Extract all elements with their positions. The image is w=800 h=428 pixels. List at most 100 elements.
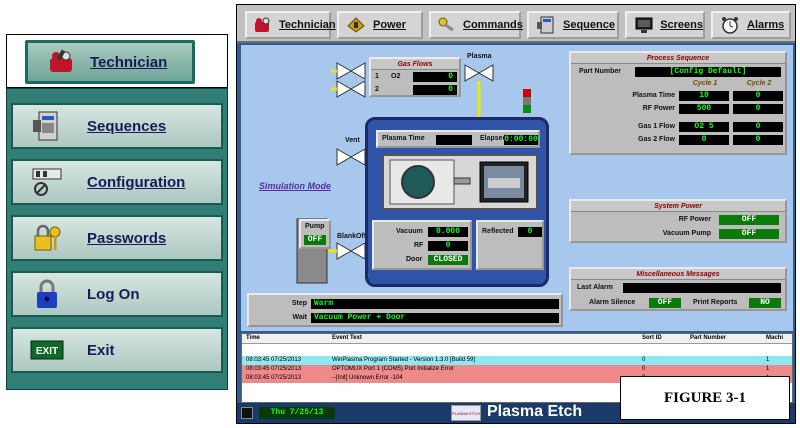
- sequences-icon: [29, 110, 65, 142]
- toolbar-screens-button[interactable]: Screens: [625, 11, 705, 39]
- toolbar-technician-button[interactable]: Technician: [245, 11, 336, 39]
- gas-flows-title: Gas Flows: [371, 59, 459, 70]
- log-sort: 0: [642, 366, 646, 372]
- gas-name: O2: [391, 73, 401, 80]
- seq-row-cycle1: 0: [679, 135, 729, 145]
- menu-item-log-on[interactable]: Log On: [11, 271, 223, 317]
- plasma-time-label: Plasma Time: [382, 135, 425, 142]
- log-row[interactable]: 08:03:45 07/25/2013 WinPlasma Program St…: [242, 356, 792, 365]
- plasma-etch-window: Technician Power Commands Sequence Scree…: [236, 4, 796, 424]
- gas-index: 2: [375, 86, 379, 93]
- configuration-icon: [29, 166, 65, 198]
- log-time: 08:03:45 07/25/2013: [246, 357, 302, 363]
- pump-status: OFF: [304, 235, 326, 245]
- commands-icon: [437, 15, 457, 35]
- misc-messages-title: Miscellaneous Messages: [571, 269, 785, 280]
- toolbar-button-label: Commands: [463, 19, 523, 31]
- last-alarm-label: Last Alarm: [577, 284, 613, 291]
- toolbar-alarms-button[interactable]: Alarms: [711, 11, 791, 39]
- gas-2-value: 0: [413, 85, 457, 95]
- door-label: Door: [406, 256, 423, 263]
- blankoff-valve-label: BlankOff: [337, 233, 367, 240]
- vacuum-label: Vacuum: [396, 228, 423, 235]
- log-header-part[interactable]: Part Number: [690, 334, 726, 343]
- menu-item-label: Sequences: [87, 117, 167, 135]
- menu-item-configuration[interactable]: Configuration: [11, 159, 223, 205]
- toolbar-button-label: Alarms: [747, 19, 785, 31]
- system-power-title: System Power: [571, 201, 785, 212]
- log-header-event[interactable]: Event Text: [332, 334, 362, 343]
- calendar-icon: [241, 407, 253, 419]
- menu-item-passwords[interactable]: Passwords: [11, 215, 223, 261]
- passwords-icon: [29, 222, 65, 254]
- seq-row-label: Plasma Time: [632, 92, 675, 99]
- vacuum-value: 0.000: [428, 227, 468, 237]
- log-time: 08:03:45 07/25/2013: [246, 366, 302, 372]
- elapsed-value: 0:00:00: [504, 135, 538, 145]
- toolbar-sequence-button[interactable]: Sequence: [527, 11, 619, 39]
- pump-panel: Pump OFF: [299, 219, 331, 249]
- menu-item-exit[interactable]: EXIT Exit: [11, 327, 223, 373]
- toolbar: Technician Power Commands Sequence Scree…: [237, 5, 795, 43]
- seq-row-cycle2: 0: [733, 104, 783, 114]
- figure-caption: FIGURE 3-1: [620, 376, 790, 420]
- step-wait-panel: Step Warm Wait Vacuum Power + Door: [247, 293, 563, 327]
- vent-valve-label: Vent: [345, 137, 360, 144]
- log-text: --[Init] Unknown Error -104: [332, 375, 403, 381]
- toolbar-button-label: Sequence: [563, 19, 615, 31]
- seq-row-label: Gas 2 Flow: [638, 136, 675, 143]
- toolbar-commands-button[interactable]: Commands: [429, 11, 523, 39]
- status-date: Thu 7/25/13: [259, 407, 335, 419]
- vacuum-pump-label: Vacuum Pump: [662, 230, 711, 237]
- log-machine: 1: [766, 366, 770, 372]
- log-row[interactable]: 08:03:45 07/25/2013 OPTOMUX Port 1 (COM5…: [242, 365, 792, 374]
- process-sequence-panel: Process Sequence Part Number [Config Def…: [569, 51, 787, 155]
- plasma-chamber: Plasma Time Elapsed 0:00:00 Vacuum 0.000: [365, 117, 549, 287]
- part-number-value: [Config Default]: [635, 67, 781, 77]
- menu-item-label: Exit: [87, 341, 115, 359]
- reflected-panel: Reflected 0: [476, 220, 544, 270]
- power-icon: [345, 15, 367, 35]
- toolbar-button-label: Power: [373, 19, 407, 31]
- log-text: WinPlasma Program Started - Version 1.3.…: [332, 357, 476, 363]
- seq-row-cycle2: 0: [733, 135, 783, 145]
- reflected-label: Reflected: [482, 228, 514, 235]
- log-header: Time Event Text Sort ID Part Number Mach…: [242, 334, 792, 344]
- step-value: Warm: [311, 299, 559, 309]
- vacuum-pump-status[interactable]: OFF: [719, 229, 779, 239]
- simulation-mode-label[interactable]: Simulation Mode: [259, 181, 331, 191]
- toolbar-button-label: Screens: [660, 19, 703, 31]
- rf-power-status[interactable]: OFF: [719, 215, 779, 225]
- print-reports-status[interactable]: NO: [749, 298, 781, 308]
- reflected-value: 0: [518, 227, 542, 237]
- last-alarm-value: [623, 283, 781, 293]
- rf-label: RF: [414, 242, 424, 249]
- menu-item-sequences[interactable]: Sequences: [11, 103, 223, 149]
- print-reports-label: Print Reports: [693, 299, 738, 306]
- log-header-time[interactable]: Time: [246, 334, 260, 343]
- wait-value: Vacuum Power + Door: [311, 313, 559, 323]
- plasma-etch-logo: PLASMA ETCH: [451, 405, 481, 421]
- technician-tab-button[interactable]: Technician: [25, 40, 195, 84]
- logo-text: PLASMA ETCH: [452, 411, 481, 416]
- log-header-sort[interactable]: Sort ID: [642, 334, 662, 343]
- toolbar-button-label: Technician: [279, 19, 336, 31]
- menu-item-label: Passwords: [87, 229, 167, 247]
- alarm-silence-status[interactable]: OFF: [649, 298, 681, 308]
- system-power-panel: System Power RF Power OFF Vacuum Pump OF…: [569, 199, 787, 243]
- chamber-timer-panel: Plasma Time Elapsed 0:00:00: [376, 130, 540, 148]
- technician-icon: [253, 15, 273, 35]
- log-row-blank: [242, 346, 792, 356]
- gas-valve-icon: [336, 62, 366, 98]
- wait-label: Wait: [292, 314, 307, 321]
- log-machine: 1: [766, 357, 770, 363]
- process-schematic: Gas Flows 1 O2 0 2 0 Plasma Vent BlankOf…: [241, 45, 793, 331]
- technician-menu-panel: Sequences Configuration Passwords Log On…: [6, 88, 228, 390]
- chamber-door-view: [382, 154, 538, 210]
- part-number-label: Part Number: [579, 68, 622, 75]
- seq-row-label: Gas 1 Flow: [638, 123, 675, 130]
- log-header-machine[interactable]: Machi: [766, 334, 783, 343]
- door-status: CLOSED: [428, 255, 468, 265]
- toolbar-power-button[interactable]: Power: [337, 11, 423, 39]
- seq-row-label: RF Power: [642, 105, 675, 112]
